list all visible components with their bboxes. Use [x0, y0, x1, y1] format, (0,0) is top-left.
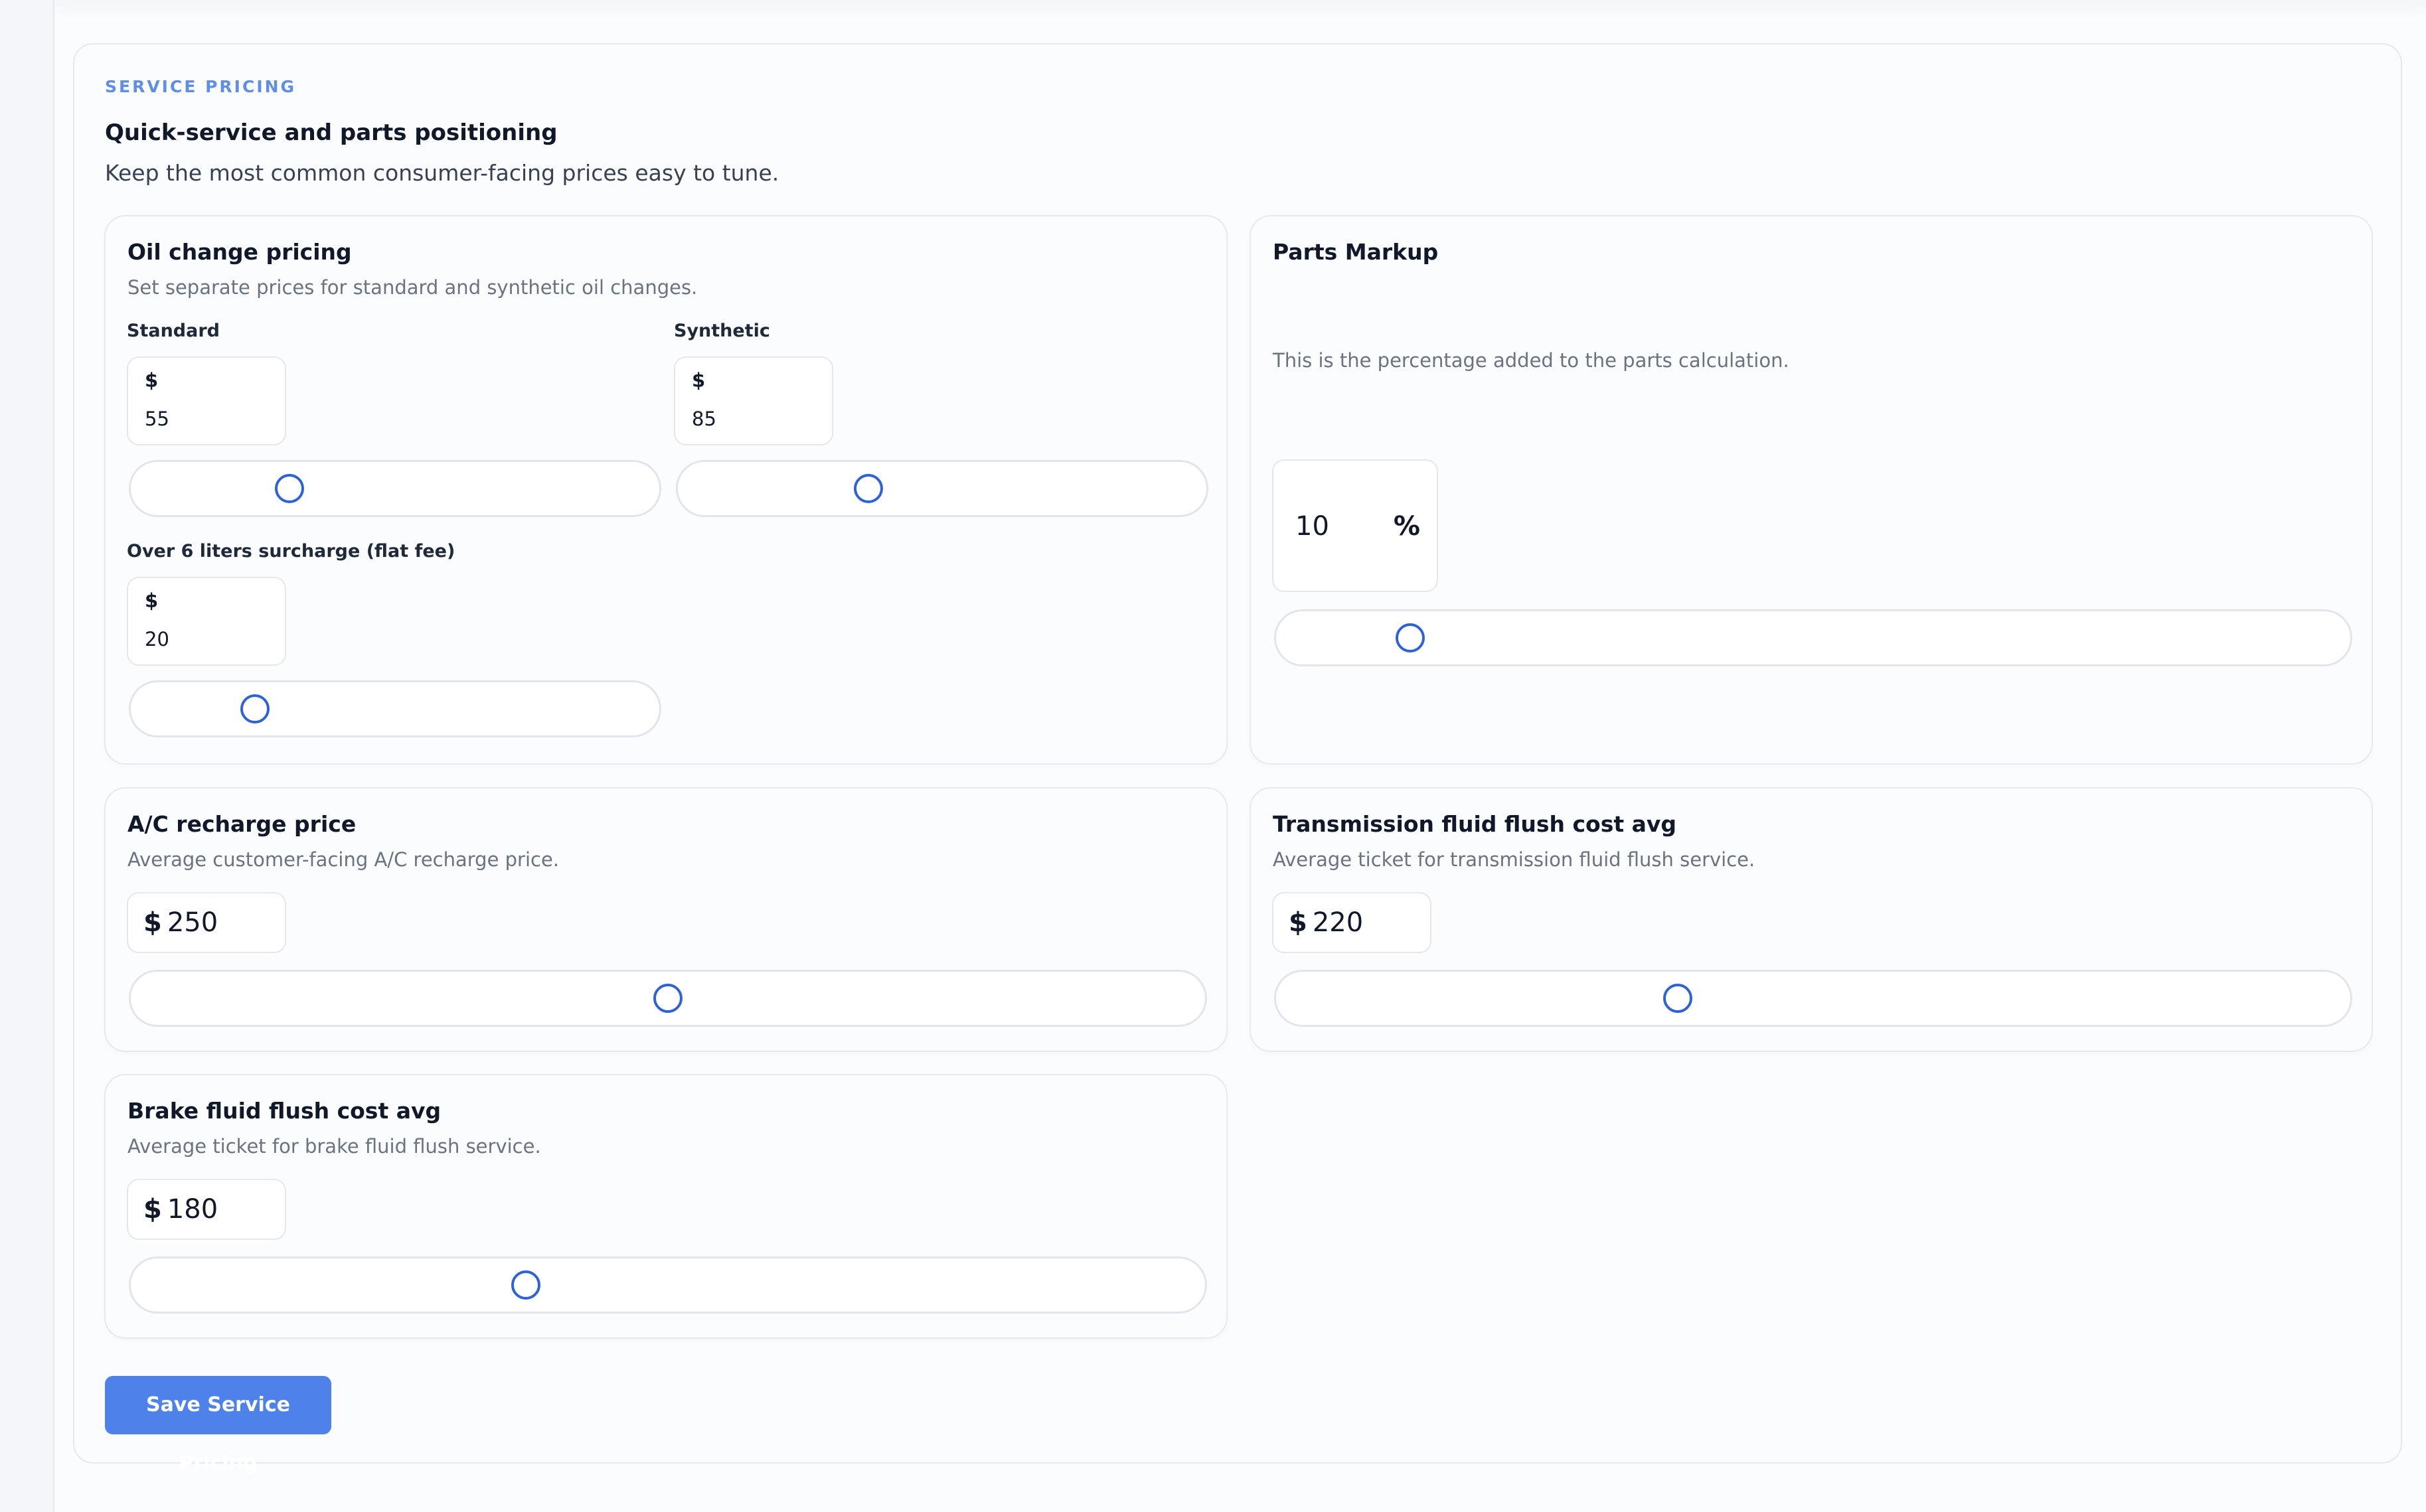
top-card-edge — [54, 0, 2426, 7]
brake-flush-title: Brake fluid flush cost avg — [127, 1098, 442, 1124]
save-service-pricing-button[interactable]: Save Service Pricing — [105, 1376, 331, 1475]
synthetic-value: 85 — [692, 408, 716, 430]
surcharge-value: 20 — [145, 628, 169, 650]
oil-change-card: Oil change pricing Set separate prices f… — [104, 215, 1228, 765]
ac-recharge-currency: $ — [143, 907, 162, 938]
synthetic-currency: $ — [692, 369, 706, 392]
standard-label: Standard — [127, 321, 220, 341]
surcharge-currency: $ — [145, 589, 159, 612]
standard-value: 55 — [145, 408, 169, 430]
standard-price-slider[interactable] — [129, 460, 661, 517]
section-eyebrow: SERVICE PRICING — [105, 77, 297, 96]
ac-recharge-title: A/C recharge price — [127, 811, 357, 837]
surcharge-label: Over 6 liters surcharge (flat fee) — [127, 541, 455, 562]
brake-flush-value: 180 — [167, 1194, 218, 1225]
transmission-flush-title: Transmission fluid flush cost avg — [1273, 811, 1677, 837]
ac-recharge-slider[interactable] — [129, 970, 1207, 1027]
parts-markup-title: Parts Markup — [1273, 239, 1439, 265]
ac-recharge-input[interactable]: $250 — [127, 892, 286, 953]
transmission-flush-slider-thumb[interactable] — [1663, 984, 1693, 1013]
surcharge-price-input[interactable]: $ 20 — [127, 577, 286, 666]
service-pricing-panel: SERVICE PRICING Quick-service and parts … — [73, 43, 2402, 1475]
parts-markup-value: 10 — [1295, 511, 1329, 542]
transmission-flush-description: Average ticket for transmission fluid fl… — [1273, 848, 1755, 871]
ac-recharge-description: Average customer-facing A/C recharge pri… — [127, 848, 560, 871]
synthetic-label: Synthetic — [674, 321, 770, 341]
ac-recharge-slider-thumb[interactable] — [653, 984, 683, 1013]
transmission-flush-card: Transmission fluid flush cost avg Averag… — [1250, 787, 2373, 1052]
surcharge-slider-thumb[interactable] — [240, 694, 270, 723]
ac-recharge-value: 250 — [167, 907, 218, 938]
transmission-flush-currency: $ — [1289, 907, 1307, 938]
oil-change-description: Set separate prices for standard and syn… — [127, 276, 698, 299]
synthetic-price-slider[interactable] — [676, 460, 1208, 517]
standard-currency: $ — [145, 369, 159, 392]
surcharge-price-slider[interactable] — [129, 680, 661, 737]
standard-slider-thumb[interactable] — [274, 474, 304, 503]
parts-markup-description: This is the percentage added to the part… — [1273, 349, 1789, 372]
brake-flush-description: Average ticket for brake fluid flush ser… — [127, 1135, 541, 1158]
brake-flush-input[interactable]: $180 — [127, 1179, 286, 1240]
transmission-flush-value: 220 — [1312, 907, 1364, 938]
brake-flush-card: Brake fluid flush cost avg Average ticke… — [104, 1074, 1228, 1339]
section-subtitle: Keep the most common consumer-facing pri… — [105, 160, 779, 186]
synthetic-slider-thumb[interactable] — [853, 474, 883, 503]
standard-price-input[interactable]: $ 55 — [127, 356, 286, 445]
brake-flush-currency: $ — [143, 1194, 162, 1225]
page-frame: SERVICE PRICING Quick-service and parts … — [53, 0, 2426, 1512]
parts-markup-card: Parts Markup This is the percentage adde… — [1250, 215, 2373, 765]
parts-markup-input[interactable]: 10 % — [1272, 459, 1438, 592]
parts-markup-unit: % — [1393, 511, 1420, 542]
transmission-flush-input[interactable]: $220 — [1272, 892, 1431, 953]
brake-flush-slider[interactable] — [129, 1256, 1207, 1314]
section-title: Quick-service and parts positioning — [105, 119, 558, 146]
oil-change-title: Oil change pricing — [127, 239, 352, 265]
transmission-flush-slider[interactable] — [1274, 970, 2352, 1027]
parts-markup-slider[interactable] — [1274, 609, 2352, 666]
parts-markup-slider-thumb[interactable] — [1396, 623, 1425, 652]
ac-recharge-card: A/C recharge price Average customer-faci… — [104, 787, 1228, 1052]
synthetic-price-input[interactable]: $ 85 — [674, 356, 833, 445]
brake-flush-slider-thumb[interactable] — [511, 1270, 541, 1300]
